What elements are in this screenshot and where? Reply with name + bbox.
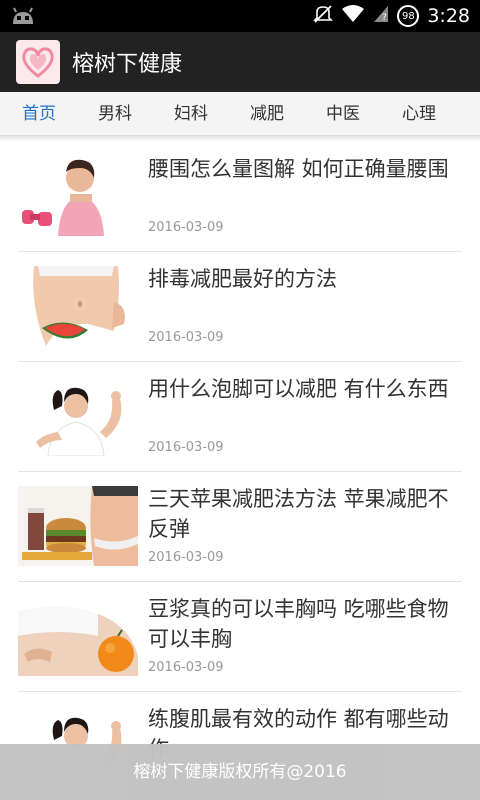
copyright-footer: 榕树下健康版权所有@2016 — [0, 744, 480, 800]
screen: ? 98 3:28 榕树下健康 首页 男科 妇科 减肥 中医 心理 腰围怎么量图… — [0, 0, 480, 800]
tab-psychology[interactable]: 心理 — [394, 92, 444, 136]
svg-text:?: ? — [382, 13, 387, 23]
article-title: 排毒减肥最好的方法 — [148, 267, 337, 291]
list-item[interactable]: 腰围怎么量图解 如何正确量腰围 2016-03-09 — [18, 142, 462, 252]
article-title: 腰围怎么量图解 如何正确量腰围 — [148, 157, 449, 181]
category-tabs: 首页 男科 妇科 减肥 中医 心理 — [0, 92, 480, 136]
article-date: 2016-03-09 — [148, 550, 224, 565]
android-icon — [10, 6, 36, 30]
tab-chinese-medicine[interactable]: 中医 — [318, 92, 368, 136]
article-thumbnail — [18, 156, 138, 236]
clock: 3:28 — [427, 5, 470, 27]
tab-gynecology[interactable]: 妇科 — [166, 92, 216, 136]
mute-icon — [313, 4, 334, 28]
article-title: 用什么泡脚可以减肥 有什么东西 — [148, 377, 449, 401]
article-date: 2016-03-09 — [148, 220, 224, 235]
list-item[interactable]: 三天苹果减肥法方法 苹果减肥不反弹 2016-03-09 — [18, 472, 462, 582]
status-bar: ? 98 3:28 — [0, 0, 480, 32]
list-item[interactable]: 排毒减肥最好的方法 2016-03-09 — [18, 252, 462, 362]
tab-weight-loss[interactable]: 减肥 — [242, 92, 292, 136]
tab-home[interactable]: 首页 — [14, 92, 64, 136]
list-item[interactable]: 豆浆真的可以丰胸吗 吃哪些食物可以丰胸 2016-03-09 — [18, 582, 462, 692]
article-date: 2016-03-09 — [148, 440, 224, 455]
article-thumbnail — [18, 486, 138, 566]
article-title: 三天苹果减肥法方法 苹果减肥不反弹 — [148, 487, 449, 541]
signal-icon: ? — [373, 4, 389, 28]
article-thumbnail — [18, 266, 138, 346]
battery-icon: 98 — [397, 5, 420, 27]
tab-mens-health[interactable]: 男科 — [90, 92, 140, 136]
article-thumbnail — [18, 376, 138, 456]
article-thumbnail — [18, 596, 138, 676]
article-title: 豆浆真的可以丰胸吗 吃哪些食物可以丰胸 — [148, 597, 449, 651]
list-item[interactable]: 用什么泡脚可以减肥 有什么东西 2016-03-09 — [18, 362, 462, 472]
article-date: 2016-03-09 — [148, 330, 224, 345]
app-title: 榕树下健康 — [72, 52, 183, 77]
article-date: 2016-03-09 — [148, 660, 224, 675]
heart-hands-logo-icon[interactable] — [16, 40, 60, 84]
app-header: 榕树下健康 — [0, 32, 480, 92]
wifi-icon — [341, 4, 365, 28]
